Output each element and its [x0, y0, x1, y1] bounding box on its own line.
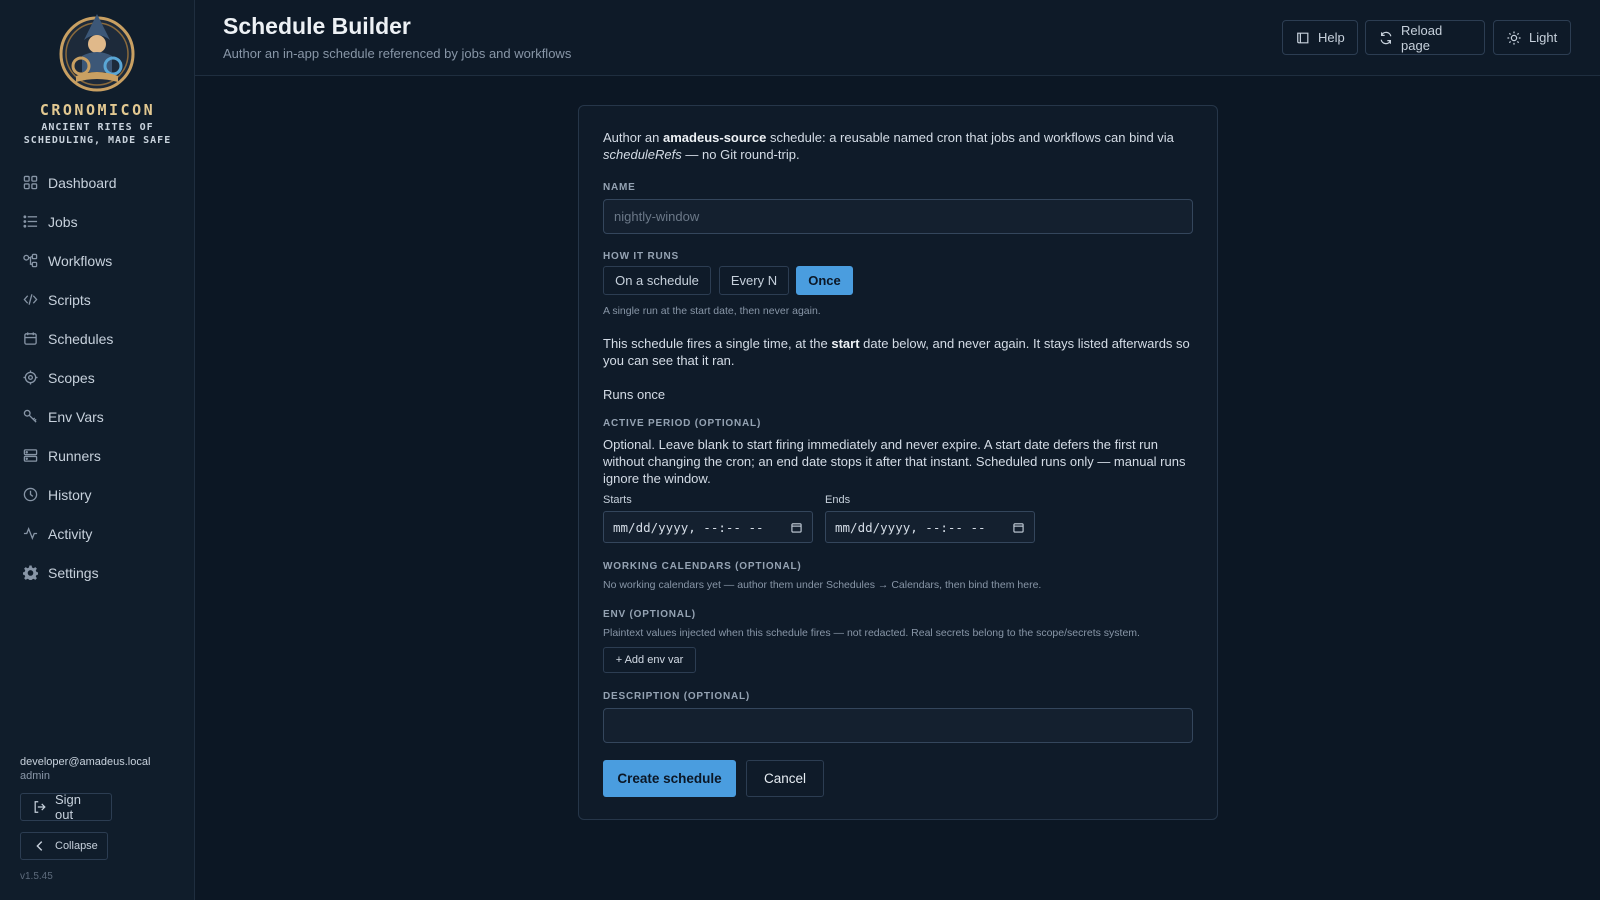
- intro-pre: Author an: [603, 130, 663, 145]
- page-subtitle: Author an in-app schedule referenced by …: [223, 46, 572, 61]
- app-version: v1.5.45: [20, 871, 53, 882]
- mode-hint: A single run at the start date, then nev…: [603, 305, 821, 317]
- sun-icon: [1507, 30, 1521, 45]
- sidebar-item-label: Schedules: [48, 330, 114, 347]
- working-calendars-hint: No working calendars yet — author them u…: [603, 579, 1042, 591]
- sidebar-item-activity[interactable]: Activity: [0, 514, 195, 553]
- target-icon: [22, 370, 38, 386]
- sidebar-item-runners[interactable]: Runners: [0, 436, 195, 475]
- intro-text: Author an amadeus-source schedule: a reu…: [603, 129, 1193, 163]
- book-icon: [1296, 31, 1310, 45]
- mode-on-schedule-button[interactable]: On a schedule: [603, 266, 711, 295]
- starts-label: Starts: [603, 494, 632, 506]
- sidebar-item-label: Scripts: [48, 291, 91, 308]
- create-schedule-button[interactable]: Create schedule: [603, 760, 736, 797]
- sidebar-item-label: Workflows: [48, 252, 113, 269]
- sidebar: CRONOMICON ANCIENT RITES OF SCHEDULING, …: [0, 0, 195, 900]
- sidebar-item-env-vars[interactable]: Env Vars: [0, 397, 195, 436]
- server-icon: [22, 448, 38, 464]
- brand-tagline-line2: SCHEDULING, MADE SAFE: [23, 135, 172, 146]
- sidebar-item-scripts[interactable]: Scripts: [0, 280, 195, 319]
- sidebar-item-schedules[interactable]: Schedules: [0, 319, 195, 358]
- sidebar-item-label: Dashboard: [48, 174, 117, 191]
- once-description-start: start: [831, 336, 860, 351]
- reload-page-button[interactable]: Reload page: [1365, 20, 1485, 55]
- once-description: This schedule fires a single time, at th…: [603, 335, 1193, 369]
- activity-icon: [22, 526, 38, 542]
- sidebar-item-settings[interactable]: Settings: [0, 553, 195, 592]
- user-role: admin: [20, 770, 50, 782]
- ends-label: Ends: [825, 494, 851, 506]
- add-env-var-button[interactable]: + Add env var: [603, 647, 696, 673]
- refresh-icon: [1379, 31, 1393, 45]
- chevron-left-icon: [33, 839, 47, 853]
- help-label: Help: [1318, 30, 1345, 45]
- calendar-icon: [1013, 522, 1024, 533]
- grid-icon: [22, 175, 38, 191]
- starts-value: mm/dd/yyyy, --:-- --: [613, 519, 764, 535]
- ends-datetime-input[interactable]: mm/dd/yyyy, --:-- --: [825, 511, 1035, 543]
- sidebar-item-label: Scopes: [48, 369, 95, 386]
- sidebar-item-label: Runners: [48, 447, 101, 464]
- calendar-icon: [22, 331, 38, 347]
- collapse-label: Collapse: [55, 840, 98, 852]
- sign-out-icon: [33, 800, 47, 814]
- description-label: DESCRIPTION (OPTIONAL): [603, 691, 751, 702]
- user-email: developer@amadeus.local: [20, 756, 151, 768]
- reload-label: Reload page: [1401, 22, 1443, 53]
- runs-summary: Runs once: [603, 387, 666, 402]
- working-calendars-label: WORKING CALENDARS (OPTIONAL): [603, 561, 802, 572]
- sidebar-nav: Dashboard Jobs Workflows Scripts Schedul…: [0, 163, 195, 592]
- code-icon: [22, 292, 38, 308]
- theme-toggle-button[interactable]: Light: [1493, 20, 1571, 55]
- sidebar-item-scopes[interactable]: Scopes: [0, 358, 195, 397]
- intro-post: — no Git round-trip.: [681, 147, 800, 162]
- sidebar-item-label: Jobs: [48, 213, 78, 230]
- sidebar-item-workflows[interactable]: Workflows: [0, 241, 195, 280]
- clock-icon: [22, 487, 38, 503]
- sidebar-item-label: Activity: [48, 525, 93, 542]
- list-icon: [22, 214, 38, 230]
- name-label: NAME: [603, 182, 636, 193]
- how-it-runs-label: HOW IT RUNS: [603, 251, 680, 262]
- brand-tagline: ANCIENT RITES OF SCHEDULING, MADE SAFE: [0, 121, 195, 147]
- gear-icon: [22, 565, 38, 581]
- cronomicon-logo: [56, 10, 138, 92]
- description-input[interactable]: [603, 708, 1193, 743]
- calendar-icon: [791, 522, 802, 533]
- intro-source-name: amadeus-source: [663, 130, 767, 145]
- active-period-label: ACTIVE PERIOD (OPTIONAL): [603, 418, 762, 429]
- sidebar-item-label: Env Vars: [48, 408, 104, 425]
- sign-out-label: Sign out: [55, 792, 82, 822]
- mode-every-n-button[interactable]: Every N: [719, 266, 789, 295]
- once-description-pre: This schedule fires a single time, at th…: [603, 336, 832, 351]
- mode-once-button[interactable]: Once: [796, 266, 853, 295]
- sidebar-item-dashboard[interactable]: Dashboard: [0, 163, 195, 202]
- sign-out-button[interactable]: Sign out: [20, 792, 112, 822]
- name-input[interactable]: [603, 199, 1193, 234]
- workflow-icon: [22, 253, 38, 269]
- sidebar-item-label: History: [48, 486, 92, 503]
- sidebar-item-history[interactable]: History: [0, 475, 195, 514]
- env-label: ENV (OPTIONAL): [603, 609, 696, 620]
- page-header: Schedule Builder Author an in-app schedu…: [195, 0, 1600, 76]
- starts-datetime-input[interactable]: mm/dd/yyyy, --:-- --: [603, 511, 813, 543]
- intro-mid: schedule: a reusable named cron that job…: [766, 130, 1174, 145]
- page-title: Schedule Builder: [223, 13, 411, 39]
- help-button[interactable]: Help: [1282, 20, 1358, 55]
- brand-tagline-line1: ANCIENT RITES OF: [41, 122, 154, 133]
- key-icon: [22, 409, 38, 425]
- ends-value: mm/dd/yyyy, --:-- --: [835, 519, 986, 535]
- collapse-button[interactable]: Collapse: [20, 832, 108, 860]
- sidebar-item-label: Settings: [48, 564, 99, 581]
- env-hint: Plaintext values injected when this sche…: [603, 627, 1140, 639]
- intro-schedule-refs: scheduleRefs: [603, 147, 682, 162]
- theme-label: Light: [1529, 30, 1558, 45]
- sidebar-item-jobs[interactable]: Jobs: [0, 202, 195, 241]
- brand-name: CRONOMICON: [39, 101, 156, 119]
- cancel-button[interactable]: Cancel: [746, 760, 824, 797]
- active-period-description: Optional. Leave blank to start firing im…: [603, 437, 1186, 486]
- schedule-form-card: Author an amadeus-source schedule: a reu…: [578, 105, 1218, 820]
